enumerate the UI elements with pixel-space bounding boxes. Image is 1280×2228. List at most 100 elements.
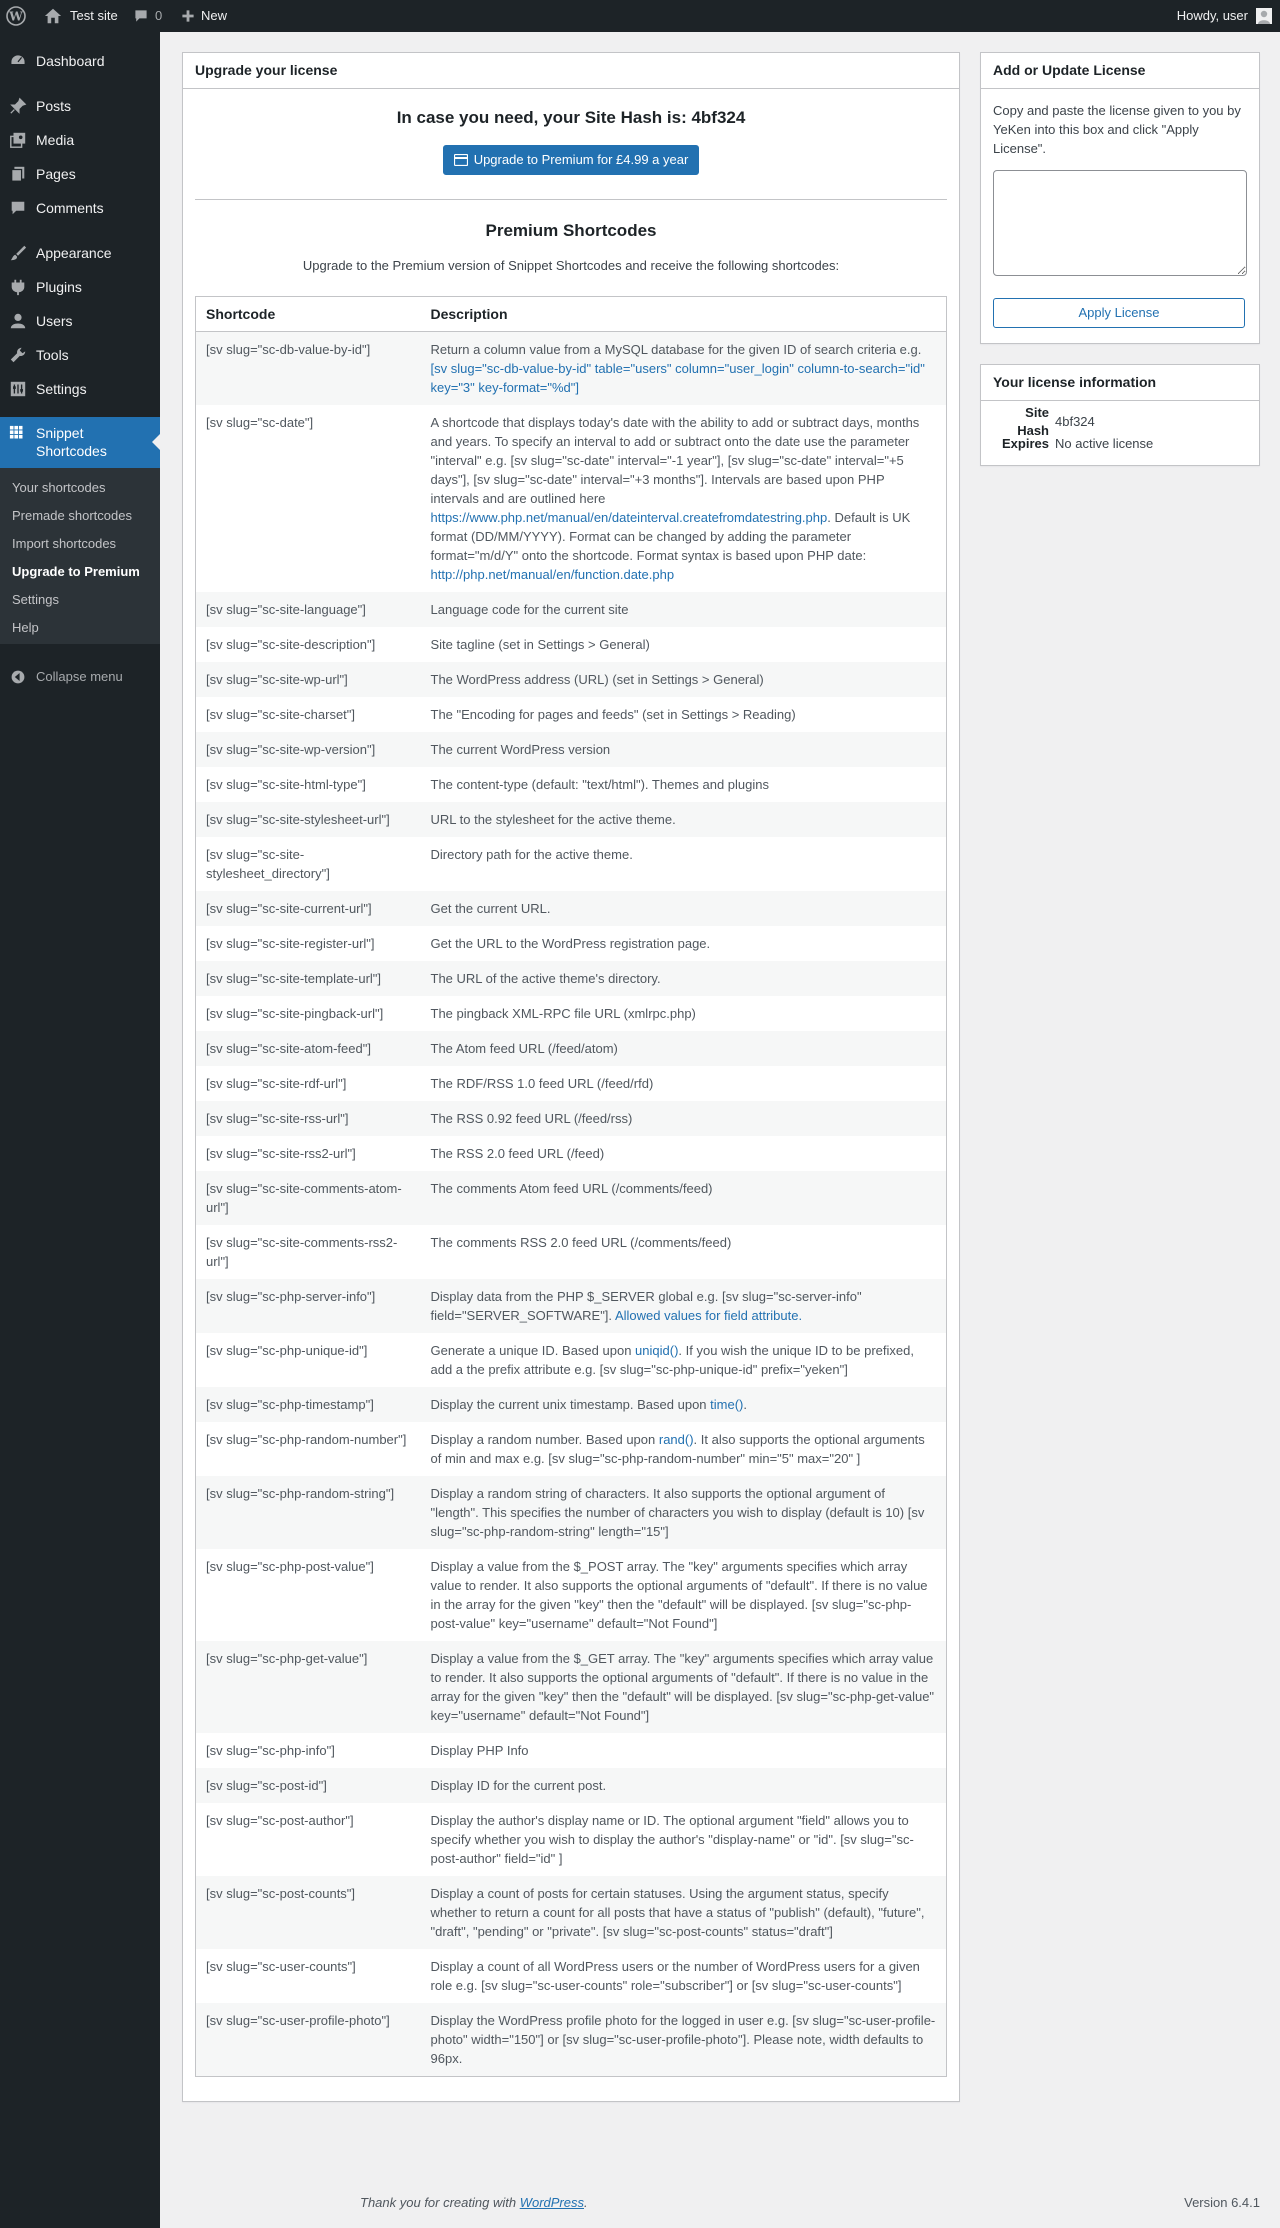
description-text: URL to the stylesheet for the active the… bbox=[430, 812, 676, 828]
new-content-link[interactable]: New bbox=[181, 0, 227, 32]
plugin-icon bbox=[0, 278, 36, 296]
description-link[interactable]: uniqid() bbox=[635, 1343, 678, 1358]
description-text: . bbox=[743, 1397, 747, 1413]
sidebar-item-dashboard[interactable]: Dashboard bbox=[0, 44, 160, 78]
description-text: The WordPress address (URL) (set in Sett… bbox=[430, 672, 764, 688]
upgrade-license-box: Upgrade your license In case you need, y… bbox=[182, 52, 960, 2102]
description-text: Display a value from the $_POST array. T… bbox=[430, 1559, 928, 1632]
description-text: Display a value from the $_GET array. Th… bbox=[430, 1651, 935, 1724]
expires-label: Expires bbox=[1002, 435, 1049, 451]
description-link[interactable]: http://php.net/manual/en/function.date.p… bbox=[431, 567, 675, 582]
shortcode-cell: [sv slug="sc-site-stylesheet_directory"] bbox=[206, 847, 330, 882]
table-row: [sv slug="sc-site-rss2-url"] The RSS 2.0 … bbox=[196, 1136, 947, 1171]
comments-icon bbox=[0, 199, 36, 217]
license-information-box: Your license information Site Hash 4bf32… bbox=[980, 364, 1260, 466]
description-cell: Get the URL to the WordPress registratio… bbox=[421, 926, 947, 961]
sidebar-item-appearance[interactable]: Appearance bbox=[0, 236, 160, 270]
license-textarea[interactable] bbox=[993, 170, 1247, 276]
shortcode-cell: [sv slug="sc-date"] bbox=[206, 415, 314, 431]
description-cell: URL to the stylesheet for the active the… bbox=[421, 802, 947, 837]
version-text: Version 6.4.1 bbox=[1184, 2195, 1260, 2210]
sidebar-item-snippet-shortcodes[interactable]: Snippet Shortcodes bbox=[0, 417, 160, 468]
sidebar-item-users[interactable]: Users bbox=[0, 304, 160, 338]
table-row: [sv slug="sc-post-author"] Display the au… bbox=[196, 1803, 947, 1876]
pages-icon bbox=[0, 165, 36, 183]
description-cell: The comments RSS 2.0 feed URL (/comments… bbox=[421, 1225, 947, 1279]
wrench-icon bbox=[0, 346, 36, 364]
shortcode-cell: [sv slug="sc-site-description"] bbox=[206, 637, 376, 653]
sidebar-item-comments[interactable]: Comments bbox=[0, 191, 160, 225]
description-text: The RDF/RSS 1.0 feed URL (/feed/rfd) bbox=[430, 1076, 654, 1092]
table-row: [sv slug="sc-site-atom-feed"] The Atom fe… bbox=[195, 1031, 947, 1067]
table-row: [sv slug="sc-site-comments-atom-url"] The… bbox=[195, 1171, 947, 1226]
description-cell: The RSS 0.92 feed URL (/feed/rss) bbox=[421, 1101, 947, 1136]
description-text: The content-type (default: "text/html").… bbox=[430, 777, 770, 793]
table-row: [sv slug="sc-date"] A shortcode that disp… bbox=[196, 405, 947, 592]
description-cell: Display the current unix timestamp. Base… bbox=[421, 1387, 947, 1422]
description-cell: Display a random string of characters. I… bbox=[421, 1476, 947, 1549]
submenu-help[interactable]: Help bbox=[0, 614, 160, 642]
thanks-prefix: Thank you for creating with bbox=[360, 2195, 520, 2210]
sidebar-item-label: Comments bbox=[36, 199, 104, 216]
shortcode-cell: [sv slug="sc-php-timestamp"] bbox=[206, 1397, 374, 1413]
wordpress-link[interactable]: WordPress bbox=[520, 2195, 584, 2210]
site-name: Test site bbox=[70, 7, 118, 23]
comment-bubble-icon bbox=[133, 8, 149, 24]
table-row: [sv slug="sc-site-wp-version"] The curren… bbox=[195, 732, 947, 768]
wordpress-logo-icon[interactable]: W bbox=[6, 0, 28, 32]
account-menu[interactable]: Howdy, user bbox=[1177, 0, 1272, 32]
shortcode-cell: [sv slug="sc-site-html-type"] bbox=[206, 777, 366, 793]
shortcode-cell: [sv slug="sc-site-stylesheet-url"] bbox=[206, 812, 390, 828]
comment-count: 0 bbox=[155, 7, 163, 23]
description-cell: Return a column value from a MySQL datab… bbox=[421, 332, 947, 406]
shortcode-cell: [sv slug="sc-user-profile-photo"] bbox=[206, 2013, 390, 2029]
description-cell: Display a random number. Based upon rand… bbox=[421, 1422, 947, 1476]
submenu-import-shortcodes[interactable]: Import shortcodes bbox=[0, 530, 160, 558]
dashboard-icon bbox=[0, 52, 36, 70]
description-text: Display the WordPress profile photo for … bbox=[430, 2013, 936, 2067]
description-cell: Display PHP Info bbox=[421, 1733, 947, 1768]
sidebar-item-settings[interactable]: Settings bbox=[0, 372, 160, 406]
sidebar-item-media[interactable]: Media bbox=[0, 123, 160, 157]
shortcode-cell: [sv slug="sc-site-template-url"] bbox=[206, 971, 382, 987]
comments-link[interactable]: 0 bbox=[133, 0, 162, 32]
description-text: The Atom feed URL (/feed/atom) bbox=[430, 1041, 618, 1057]
description-cell: Directory path for the active theme. bbox=[421, 837, 947, 891]
description-link[interactable]: time() bbox=[710, 1397, 743, 1412]
sidebar-item-posts[interactable]: Posts bbox=[0, 89, 160, 123]
description-cell: The comments Atom feed URL (/comments/fe… bbox=[421, 1171, 947, 1225]
shortcode-cell: [sv slug="sc-db-value-by-id"] bbox=[206, 342, 371, 358]
description-cell: The RSS 2.0 feed URL (/feed) bbox=[421, 1136, 947, 1171]
description-text: The comments RSS 2.0 feed URL (/comments… bbox=[430, 1235, 732, 1251]
description-text: Display PHP Info bbox=[430, 1743, 529, 1759]
submenu: Your shortcodes Premade shortcodes Impor… bbox=[0, 468, 160, 644]
site-name-link[interactable]: Test site bbox=[44, 0, 118, 32]
submenu-premade-shortcodes[interactable]: Premade shortcodes bbox=[0, 502, 160, 530]
site-hash-value: 4bf324 bbox=[1055, 413, 1095, 429]
sidebar-item-tools[interactable]: Tools bbox=[0, 338, 160, 372]
description-cell: Display a value from the $_GET array. Th… bbox=[421, 1641, 947, 1733]
submenu-your-shortcodes[interactable]: Your shortcodes bbox=[0, 474, 160, 502]
description-link[interactable]: [sv slug="sc-db-value-by-id" table="user… bbox=[431, 361, 925, 395]
premium-shortcodes-description: Upgrade to the Premium version of Snippe… bbox=[302, 258, 840, 273]
table-row: [sv slug="sc-php-random-string"] Display … bbox=[195, 1476, 947, 1550]
sidebar-item-pages[interactable]: Pages bbox=[0, 157, 160, 191]
description-link[interactable]: rand() bbox=[659, 1432, 694, 1447]
table-row: [sv slug="sc-site-charset"] The "Encoding… bbox=[196, 697, 947, 732]
sidebar-item-plugins[interactable]: Plugins bbox=[0, 270, 160, 304]
license-description: Copy and paste the license given to you … bbox=[993, 103, 1241, 156]
table-row: [sv slug="sc-site-comments-rss2-url"] The… bbox=[196, 1225, 947, 1279]
description-link[interactable]: https://www.php.net/manual/en/dateinterv… bbox=[431, 510, 828, 525]
apply-license-button[interactable]: Apply License bbox=[993, 298, 1245, 328]
table-row: [sv slug="sc-site-wp-url"] The WordPress … bbox=[195, 662, 947, 698]
submenu-settings[interactable]: Settings bbox=[0, 586, 160, 614]
description-cell: The current WordPress version bbox=[421, 732, 947, 767]
submenu-upgrade-to-premium[interactable]: Upgrade to Premium bbox=[0, 558, 160, 586]
upgrade-premium-button[interactable]: Upgrade to Premium for £4.99 a year bbox=[442, 145, 700, 175]
expires-row: Expires No active license bbox=[993, 433, 1247, 455]
shortcode-cell: [sv slug="sc-php-unique-id"] bbox=[206, 1343, 368, 1359]
collapse-menu-button[interactable]: Collapse menu bbox=[0, 660, 160, 694]
table-row: [sv slug="sc-site-rdf-url"] The RDF/RSS 1… bbox=[196, 1066, 947, 1101]
description-cell: Display data from the PHP $_SERVER globa… bbox=[421, 1279, 947, 1333]
description-link[interactable]: Allowed values for field attribute. bbox=[615, 1308, 802, 1323]
